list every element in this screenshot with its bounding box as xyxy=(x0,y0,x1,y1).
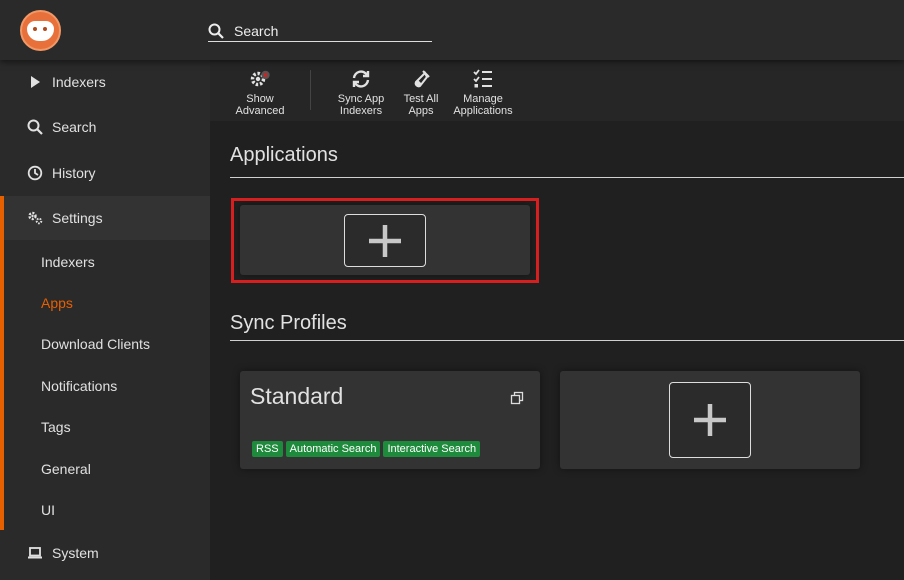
add-sync-profile-card[interactable] xyxy=(560,371,860,469)
sync-icon xyxy=(352,70,370,88)
top-header: Search xyxy=(0,0,904,60)
sidebar-item-label: Search xyxy=(52,119,97,135)
tag-badge: Automatic Search xyxy=(285,441,381,457)
search-icon xyxy=(26,118,44,136)
list-check-icon xyxy=(473,69,492,88)
search-icon xyxy=(208,23,224,39)
tag-badge: Interactive Search xyxy=(383,441,481,457)
plus-icon xyxy=(369,224,401,257)
sidebar: Indexers Search History Settings Indexer… xyxy=(0,60,210,580)
sync-app-indexers-line2: Indexers xyxy=(339,105,383,117)
test-all-apps-button[interactable]: Test All Apps xyxy=(400,68,442,117)
plus-icon xyxy=(694,404,726,436)
settings-sub-indexers[interactable]: Indexers xyxy=(4,242,210,282)
sync-app-indexers-line1: Sync App xyxy=(337,93,385,105)
applications-section-title: Applications xyxy=(230,144,904,178)
test-tube-icon xyxy=(414,70,430,88)
sync-profile-card[interactable]: Standard RSS Automatic Search Interactiv… xyxy=(240,371,540,469)
search-input[interactable]: Search xyxy=(234,23,278,39)
toolbar-separator xyxy=(310,70,311,110)
page-toolbar: Show Advanced Sync App Indexers Test All… xyxy=(210,60,904,121)
search-bar[interactable]: Search xyxy=(208,20,432,42)
settings-sub-general[interactable]: General xyxy=(4,449,210,489)
tag-badge: RSS xyxy=(252,441,283,457)
show-advanced-line1: Show xyxy=(246,93,274,105)
sidebar-item-system[interactable]: System xyxy=(0,531,210,575)
laptop-icon xyxy=(26,544,44,562)
manage-applications-line1: Manage xyxy=(463,93,503,105)
manage-applications-button[interactable]: Manage Applications xyxy=(453,68,513,117)
settings-sub-ui[interactable]: UI xyxy=(4,490,210,530)
sync-app-indexers-button[interactable]: Sync App Indexers xyxy=(334,68,388,117)
sidebar-item-label: System xyxy=(52,545,99,561)
sidebar-item-label: History xyxy=(52,165,96,181)
settings-sub-download-clients[interactable]: Download Clients xyxy=(4,324,210,364)
profile-name: Standard xyxy=(250,383,344,409)
settings-sub-notifications[interactable]: Notifications xyxy=(4,366,210,406)
add-application-card[interactable] xyxy=(240,205,530,275)
app-logo[interactable] xyxy=(20,10,61,51)
test-all-apps-line2: Apps xyxy=(408,105,434,117)
clock-icon xyxy=(26,164,44,182)
sync-profiles-section-title: Sync Profiles xyxy=(230,312,904,341)
add-application-button[interactable] xyxy=(344,214,426,267)
gear-advanced-icon xyxy=(250,70,270,87)
settings-sub-tags[interactable]: Tags xyxy=(4,407,210,447)
sidebar-item-history[interactable]: History xyxy=(0,151,210,195)
show-advanced-button[interactable]: Show Advanced xyxy=(234,68,286,117)
profile-tags: RSS Automatic Search Interactive Search xyxy=(252,441,481,457)
gears-icon xyxy=(26,209,44,227)
play-icon xyxy=(26,73,44,91)
settings-sub-apps[interactable]: Apps xyxy=(4,283,210,323)
sidebar-item-indexers[interactable]: Indexers xyxy=(0,60,210,104)
add-sync-profile-button[interactable] xyxy=(669,382,751,458)
show-advanced-line2: Advanced xyxy=(235,105,285,117)
logo-icon xyxy=(27,20,54,41)
sidebar-item-label: Settings xyxy=(52,210,103,226)
sidebar-item-search[interactable]: Search xyxy=(0,105,210,149)
sidebar-item-label: Indexers xyxy=(52,74,106,90)
manage-applications-line2: Applications xyxy=(453,105,513,117)
sidebar-item-settings[interactable]: Settings xyxy=(0,196,210,240)
test-all-apps-line1: Test All xyxy=(403,93,439,105)
clone-icon[interactable] xyxy=(510,391,524,405)
